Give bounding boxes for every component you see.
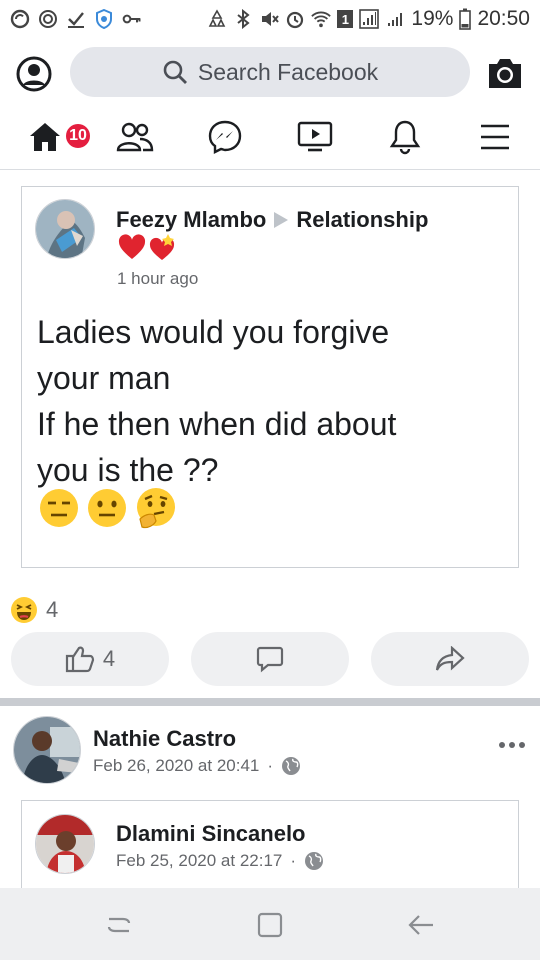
key-icon [122,14,141,24]
post-text-line: If he then when did about [37,406,397,442]
bluetooth-icon [237,9,251,29]
shared-post-card[interactable]: Feezy Mlambo Relationship 1 hour ago Lad… [21,186,519,568]
status-bar: 1 19% 20:50 [0,0,540,38]
next-post-author[interactable]: Nathie Castro [93,726,236,752]
tab-watch[interactable] [290,114,340,160]
download-done-icon [68,12,84,28]
signal-1-icon [359,9,380,29]
post-time[interactable]: 1 hour ago [117,269,198,289]
signal-2-icon [388,13,403,26]
globe-icon [282,757,301,775]
recent-apps-icon [107,917,131,933]
post-text: Ladies would you forgive your man If he … [37,309,507,493]
sync-icon [10,9,30,29]
mute-icon [262,12,280,26]
notification-badge: 10 [64,122,92,150]
tab-notifications[interactable] [380,114,430,160]
inner-shared-card[interactable]: Dlamini Sincanelo Feb 25, 2020 at 22:17 … [21,800,519,900]
haha-reaction-icon [11,597,37,623]
post-actions: 4 [0,632,540,688]
thinking-face-icon [137,488,175,529]
wifi-icon [311,11,332,28]
like-icon [65,646,94,673]
search-icon [163,60,187,84]
battery-icon [459,8,472,30]
post-text-line: Ladies would you forgive [37,314,390,350]
tab-bar: 10 [0,104,540,170]
comment-icon [256,646,284,673]
globe-icon [305,852,324,870]
like-button[interactable]: 4 [11,632,169,686]
shared-to-arrow-icon [274,212,289,228]
inner-author-name[interactable]: Dlamini Sincanelo [116,821,306,847]
back-arrow-icon [408,915,433,935]
more-options-icon[interactable] [498,740,526,750]
neutral-face-icon [88,489,126,527]
recycle-icon [209,9,226,27]
author-name[interactable]: Feezy Mlambo [116,207,266,233]
share-icon [435,646,465,671]
battery-percent: 19% [411,7,454,30]
author-avatar[interactable] [35,199,95,259]
messenger-icon [208,120,242,154]
meta-separator: · [267,756,274,775]
status-left-icons [10,9,142,29]
expressionless-face-icon [40,489,78,527]
camera-icon[interactable] [486,55,524,91]
comment-button[interactable] [191,632,349,686]
reaction-summary[interactable]: 4 [10,596,58,624]
sim-badge: 1 [337,10,354,28]
clock: 20:50 [477,7,530,30]
hearts-emoji [118,233,178,266]
group-name[interactable]: Relationship [296,207,428,233]
android-nav-bar [0,888,540,960]
target-icon [39,10,57,28]
tab-home[interactable]: 10 [20,114,92,160]
home-nav-button[interactable] [253,908,287,942]
feed-divider [0,698,540,706]
tab-friends[interactable] [110,114,160,160]
tab-messenger[interactable] [200,114,250,160]
hamburger-icon [481,124,509,150]
like-count: 4 [102,646,116,671]
recent-apps-button[interactable] [102,908,136,942]
status-right-icons: 1 19% 20:50 [207,7,530,31]
inner-post-meta: Feb 25, 2020 at 22:17 · [116,851,324,871]
search-placeholder: Search Facebook [197,58,379,85]
home-icon [30,123,60,151]
search-bar[interactable]: Search Facebook [70,47,470,97]
shield-icon [96,9,112,29]
next-post-avatar[interactable] [13,716,81,784]
next-post-time[interactable]: Feb 26, 2020 at 20:41 [93,756,259,776]
bell-icon [389,120,421,155]
watch-icon [297,121,333,152]
back-button[interactable] [404,908,438,942]
avatar-photo [36,815,94,873]
next-post-meta: Feb 26, 2020 at 20:41 · [93,756,301,776]
post-text-line: your man [37,360,171,396]
friends-icon [116,122,154,152]
meta-separator: · [290,851,297,870]
heart-emoji-icon [118,234,175,260]
avatar-photo [36,200,94,258]
home-square-icon [257,912,283,938]
alarm-icon [287,11,304,29]
inner-author-avatar[interactable] [35,814,95,874]
inner-post-time[interactable]: Feb 25, 2020 at 22:17 [116,851,282,871]
post-emoji-row [38,487,178,531]
author-line: Feezy Mlambo Relationship [116,207,428,233]
top-header: Search Facebook [0,42,540,104]
profile-icon[interactable] [16,56,52,92]
avatar-photo [14,717,80,783]
share-button[interactable] [371,632,529,686]
reaction-count: 4 [46,597,59,622]
tab-menu[interactable] [470,114,520,160]
